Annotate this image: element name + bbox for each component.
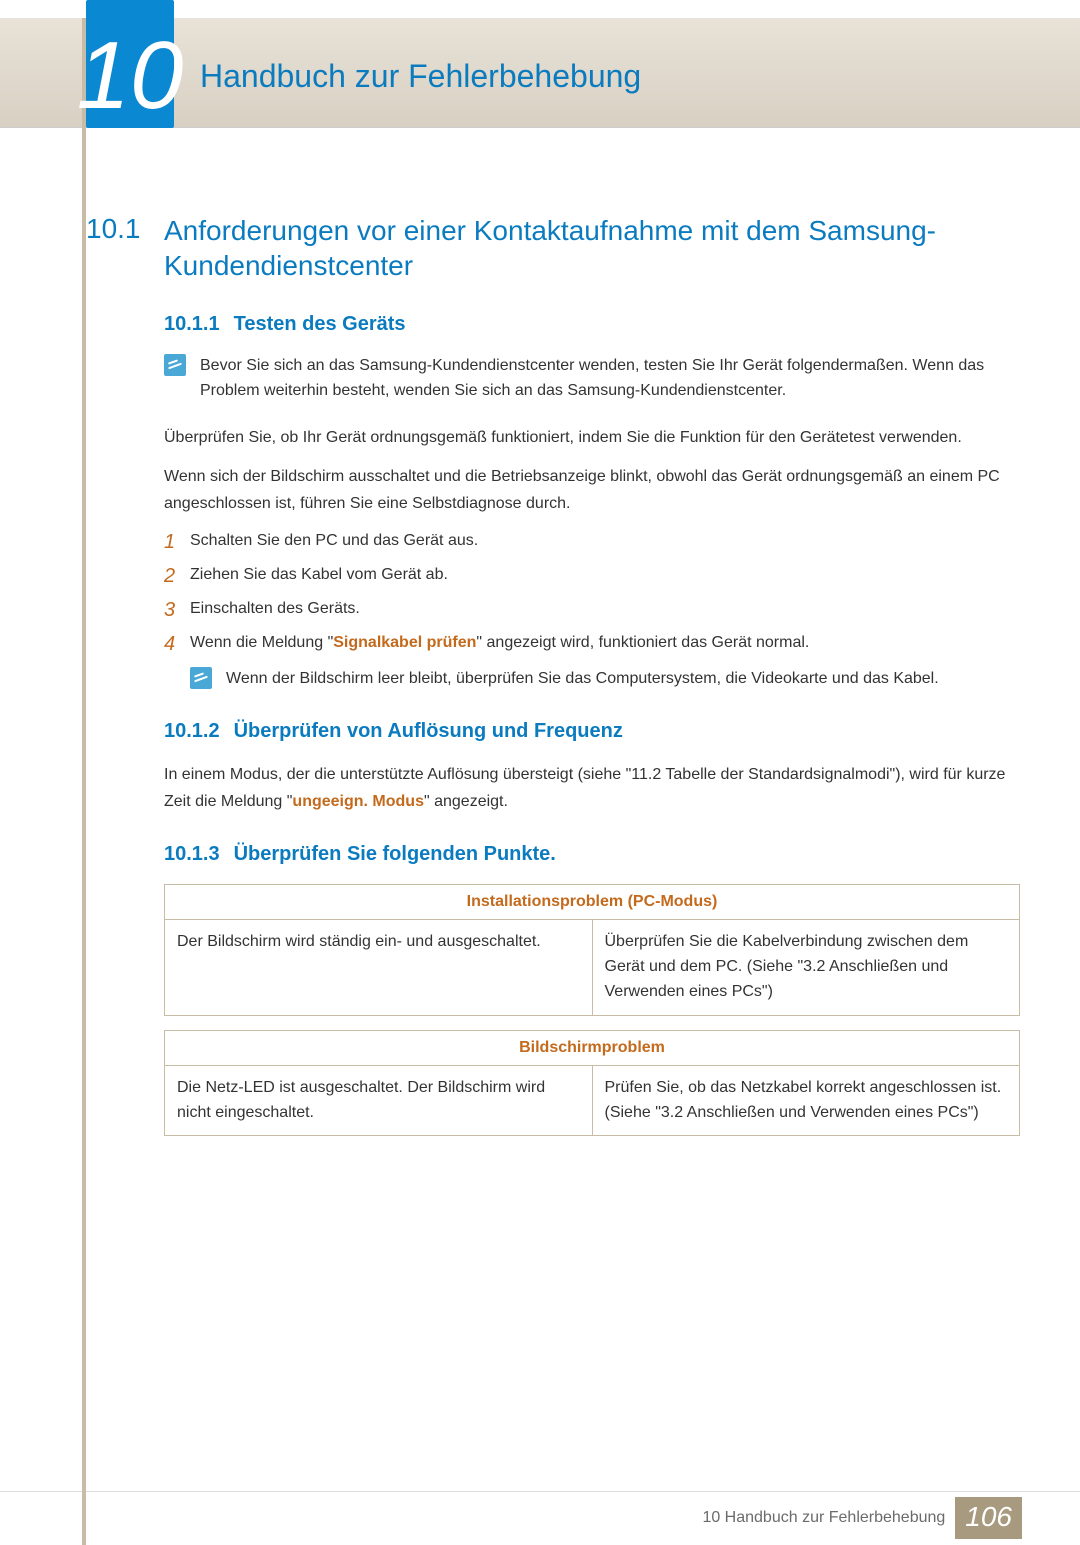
heading-number: 10.1.3 [164, 843, 220, 865]
chapter-title: Handbuch zur Fehlerbehebung [200, 58, 641, 95]
step-item: 3 Einschalten des Geräts. [164, 597, 1020, 623]
highlight-text: ungeeign. Modus [292, 793, 424, 810]
step-item: 2 Ziehen Sie das Kabel vom Gerät ab. [164, 563, 1020, 589]
text-fragment: " angezeigt wird, funktioniert das Gerät… [476, 634, 809, 651]
step-text: Schalten Sie den PC und das Gerät aus. [190, 529, 478, 554]
text-fragment: Wenn die Meldung " [190, 634, 333, 651]
chapter-header: 10 Handbuch zur Fehlerbehebung [0, 18, 1080, 128]
footer-chapter-label: 10 Handbuch zur Fehlerbehebung [702, 1509, 945, 1527]
heading-text: Anforderungen vor einer Kontaktaufnahme … [164, 213, 1020, 283]
step-list: 1 Schalten Sie den PC und das Gerät aus.… [164, 529, 1020, 657]
table-header: Installationsproblem (PC-Modus) [165, 885, 1020, 920]
heading-10-1-1: 10.1.1 Testen des Geräts [164, 313, 1020, 336]
text-fragment: " angezeigt. [424, 793, 508, 810]
note-text: Bevor Sie sich an das Samsung-Kundendien… [200, 354, 1020, 404]
table-screen-problem: Bildschirmproblem Die Netz-LED ist ausge… [164, 1030, 1020, 1137]
chapter-number-box: 10 [86, 0, 174, 128]
page-footer: 10 Handbuch zur Fehlerbehebung 106 [0, 1491, 1080, 1545]
paragraph: Überprüfen Sie, ob Ihr Gerät ordnungsgem… [164, 424, 1020, 451]
page-content: 10.1 Anforderungen vor einer Kontaktaufn… [86, 193, 1020, 1150]
heading-text: Testen des Geräts [234, 313, 406, 335]
step-number: 4 [164, 631, 190, 657]
note-icon [164, 354, 186, 376]
footer-inner: 10 Handbuch zur Fehlerbehebung 106 [702, 1497, 1022, 1539]
step-item: 1 Schalten Sie den PC und das Gerät aus. [164, 529, 1020, 555]
table-cell: Überprüfen Sie die Kabelverbindung zwisc… [592, 920, 1020, 1015]
step-number: 1 [164, 529, 190, 555]
table-cell: Die Netz-LED ist ausgeschaltet. Der Bild… [165, 1065, 593, 1136]
step-text: Einschalten des Geräts. [190, 597, 360, 622]
paragraph: Wenn sich der Bildschirm ausschaltet und… [164, 463, 1020, 517]
paragraph: In einem Modus, der die unterstützte Auf… [164, 761, 1020, 815]
step-number: 3 [164, 597, 190, 623]
heading-number: 10.1.1 [164, 313, 220, 335]
heading-text: Überprüfen Sie folgenden Punkte. [234, 843, 556, 865]
text-fragment: In einem Modus, der die unterstützte Auf… [164, 766, 1005, 810]
note-block: Bevor Sie sich an das Samsung-Kundendien… [164, 354, 1020, 404]
page-number: 106 [955, 1497, 1022, 1539]
heading-10-1-2: 10.1.2 Überprüfen von Auflösung und Frequ… [164, 720, 1020, 743]
heading-10-1-3: 10.1.3 Überprüfen Sie folgenden Punkte. [164, 843, 1020, 866]
note-icon [190, 667, 212, 689]
step-text: Wenn die Meldung "Signalkabel prüfen" an… [190, 631, 809, 656]
table-header: Bildschirmproblem [165, 1030, 1020, 1065]
step-number: 2 [164, 563, 190, 589]
left-margin-stripe [82, 18, 86, 1545]
highlight-text: Signalkabel prüfen [333, 634, 476, 651]
note-block: Wenn der Bildschirm leer bleibt, überprü… [190, 667, 1020, 692]
heading-number: 10.1.2 [164, 720, 220, 742]
step-text: Ziehen Sie das Kabel vom Gerät ab. [190, 563, 448, 588]
heading-10-1: 10.1 Anforderungen vor einer Kontaktaufn… [86, 213, 1020, 283]
table-cell: Der Bildschirm wird ständig ein- und aus… [165, 920, 593, 1015]
step-item: 4 Wenn die Meldung "Signalkabel prüfen" … [164, 631, 1020, 657]
heading-text: Überprüfen von Auflösung und Frequenz [234, 720, 623, 742]
heading-number: 10.1 [86, 213, 164, 245]
note-text: Wenn der Bildschirm leer bleibt, überprü… [226, 667, 939, 692]
table-cell: Prüfen Sie, ob das Netzkabel korrekt ang… [592, 1065, 1020, 1136]
table-installation-problem: Installationsproblem (PC-Modus) Der Bild… [164, 884, 1020, 1015]
